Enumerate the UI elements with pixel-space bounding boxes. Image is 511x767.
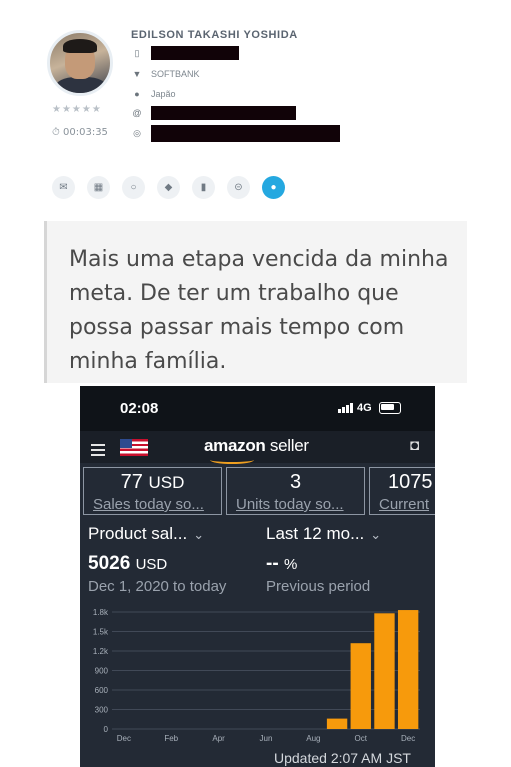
y-tick-label: 0 xyxy=(104,725,109,734)
x-tick-label: Jun xyxy=(260,734,273,743)
status-bar: 02:08 4G xyxy=(80,386,435,431)
phone-icon: ▯ xyxy=(134,47,140,58)
updated-timestamp: Updated 2:07 AM JST xyxy=(274,750,411,766)
chevron-down-icon: ⌄ xyxy=(370,527,382,542)
mail-icon[interactable]: ✉ xyxy=(52,176,75,199)
phone-row: ▯ xyxy=(131,46,239,60)
change-percent: -- % xyxy=(266,553,298,574)
location-row: ● Japão xyxy=(131,87,176,101)
app-header: amazon seller ◘ xyxy=(80,431,435,464)
period-dropdown[interactable]: Last 12 mo... ⌄ xyxy=(266,524,381,544)
metric-label: Units today so... xyxy=(236,496,344,513)
amazon-seller-screenshot: 02:08 4G amazon seller ◘ 77 USD Sales to… xyxy=(80,386,435,767)
amazon-smile-icon xyxy=(210,456,254,464)
amazon-seller-logo: amazon seller xyxy=(204,436,309,455)
carrier-row: ▼ SOFTBANK xyxy=(131,67,200,81)
x-tick-label: Dec xyxy=(117,734,131,743)
previous-period-label: Previous period xyxy=(266,578,371,595)
network-indicator: 4G xyxy=(338,402,401,414)
signal-icon: ▼ xyxy=(132,69,142,79)
total-sales: 5026 USD xyxy=(88,553,168,574)
x-tick-label: Oct xyxy=(355,734,368,743)
calendar-icon[interactable]: ▦ xyxy=(87,176,110,199)
call-timer: ⏱ 00:03:35 xyxy=(52,127,108,138)
bar xyxy=(397,610,419,729)
country-label: Japão xyxy=(151,89,176,99)
email-row: @ xyxy=(131,106,296,120)
profile-avatar xyxy=(47,30,113,96)
y-tick-label: 1.8k xyxy=(93,608,109,617)
link-icon[interactable]: ⊝ xyxy=(227,176,250,199)
refresh-icon[interactable]: ○ xyxy=(122,176,145,199)
message-quote: Mais uma etapa vencida da minha meta. De… xyxy=(44,221,467,383)
timer-value: 00:03:35 xyxy=(63,127,108,138)
user-icon[interactable]: ● xyxy=(262,176,285,199)
x-tick-label: Aug xyxy=(306,734,320,743)
metric-tile-sales[interactable]: 77 USD Sales today so... xyxy=(83,467,222,515)
metric-label: Sales today so... xyxy=(93,496,204,513)
tag-icon[interactable]: ◆ xyxy=(157,176,180,199)
redacted-email xyxy=(151,106,296,120)
date-range: Dec 1, 2020 to today xyxy=(88,578,227,595)
carrier-label: SOFTBANK xyxy=(151,69,200,79)
hamburger-menu-icon[interactable] xyxy=(91,444,105,459)
whatsapp-row: ◎ xyxy=(131,124,340,142)
bar xyxy=(350,643,371,729)
camera-icon[interactable]: ◘ xyxy=(410,437,419,454)
sales-bar-chart: 0 300 600 900 1.2k 1.5k 1.8k Dec Feb Apr Jun Aug Oct… xyxy=(93,608,420,743)
contact-name: EDILSON TAKASHI YOSHIDA xyxy=(131,29,298,41)
clock-icon: ⏱ xyxy=(52,127,60,138)
x-tick-label: Dec xyxy=(401,734,415,743)
quote-text: Mais uma etapa vencida da minha meta. De… xyxy=(69,247,449,374)
bar xyxy=(374,613,395,729)
bookmark-icon[interactable]: ▮ xyxy=(192,176,215,199)
x-tick-label: Apr xyxy=(212,734,225,743)
location-pin-icon: ● xyxy=(134,89,140,99)
battery-icon xyxy=(378,402,401,414)
bar xyxy=(326,718,348,729)
rating-stars: ★★★★★ xyxy=(52,104,102,115)
metric-tile-units[interactable]: 3 Units today so... xyxy=(226,467,365,515)
network-type: 4G xyxy=(357,402,372,414)
chevron-down-icon: ⌄ xyxy=(193,527,205,542)
redacted-phone xyxy=(151,46,239,60)
redacted-whatsapp xyxy=(151,124,340,142)
y-tick-label: 1.5k xyxy=(93,628,109,637)
signal-bars-icon xyxy=(338,403,353,413)
metric-dropdown[interactable]: Product sal... ⌄ xyxy=(88,524,204,544)
metric-label: Current xyxy=(379,496,430,513)
y-tick-label: 900 xyxy=(95,667,109,676)
at-icon: @ xyxy=(132,108,142,118)
x-tick-label: Feb xyxy=(164,734,178,743)
whatsapp-icon: ◎ xyxy=(133,127,141,138)
metric-tile-current[interactable]: 1075 Current xyxy=(369,467,435,515)
y-tick-label: 300 xyxy=(95,706,109,715)
y-tick-label: 600 xyxy=(95,686,109,695)
us-flag-icon[interactable] xyxy=(120,439,148,456)
status-time: 02:08 xyxy=(120,400,159,417)
y-tick-label: 1.2k xyxy=(93,647,109,656)
action-icon-bar: ✉ ▦ ○ ◆ ▮ ⊝ ● xyxy=(52,176,285,199)
